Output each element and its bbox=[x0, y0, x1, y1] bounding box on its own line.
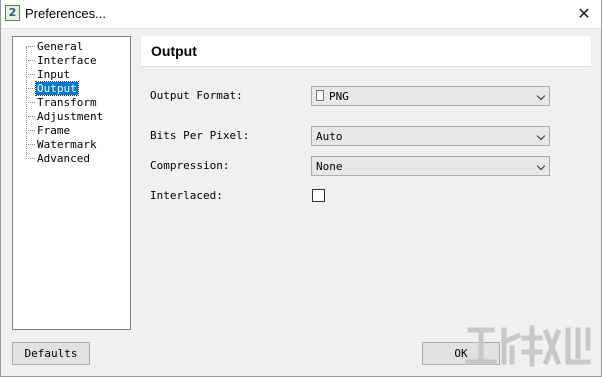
app-icon: 2 bbox=[5, 5, 20, 21]
tree-branch bbox=[26, 130, 35, 131]
tree-branch bbox=[26, 158, 35, 159]
chevron-down-icon bbox=[536, 131, 546, 141]
compression-select[interactable]: None bbox=[311, 156, 550, 176]
tree-item-label: Adjustment bbox=[37, 110, 104, 123]
panel-title: Output bbox=[151, 43, 197, 59]
tree-branch bbox=[26, 74, 35, 75]
tree-item-label: Frame bbox=[37, 124, 71, 137]
tree-item-general[interactable]: General bbox=[26, 40, 84, 53]
tree-branch bbox=[26, 60, 35, 61]
close-button[interactable]: ✕ bbox=[566, 0, 602, 27]
tree-branch bbox=[26, 144, 35, 145]
tree-item-label: Advanced bbox=[37, 152, 90, 165]
window-title: Preferences... bbox=[25, 6, 106, 21]
output-format-select[interactable]: PNG bbox=[311, 86, 550, 106]
bits-per-pixel-select[interactable]: Auto bbox=[311, 126, 550, 146]
tree-item-interface[interactable]: Interface bbox=[26, 54, 98, 67]
defaults-button[interactable]: Defaults bbox=[12, 342, 90, 365]
bits-per-pixel-label: Bits Per Pixel: bbox=[150, 129, 250, 142]
output-format-label: Output Format: bbox=[150, 89, 243, 102]
chevron-down-icon bbox=[536, 91, 546, 101]
tree-item-label: General bbox=[37, 40, 84, 53]
panel-header: Output bbox=[141, 36, 591, 67]
tree-branch bbox=[26, 102, 35, 103]
tree-item-transform[interactable]: Transform bbox=[26, 96, 98, 109]
ok-button[interactable]: OK bbox=[422, 342, 500, 365]
tree-item-label: Interface bbox=[37, 54, 97, 67]
tree-branch bbox=[26, 46, 35, 47]
compression-label: Compression: bbox=[150, 159, 230, 172]
bits-per-pixel-value: Auto bbox=[316, 130, 343, 143]
tree-item-advanced[interactable]: Advanced bbox=[26, 152, 91, 165]
compression-value: None bbox=[316, 160, 343, 173]
tree-item-watermark[interactable]: Watermark bbox=[26, 138, 98, 151]
chevron-down-icon bbox=[536, 161, 546, 171]
settings-panel: Output Output Format: PNG Bits Per Pixel… bbox=[141, 36, 591, 330]
tree-item-frame[interactable]: Frame bbox=[26, 124, 71, 137]
tree-item-label: Watermark bbox=[37, 138, 97, 151]
tree-item-label: Input bbox=[37, 68, 71, 81]
tree-item-label: Output bbox=[35, 81, 79, 96]
output-format-value: PNG bbox=[329, 90, 349, 103]
interlaced-checkbox[interactable] bbox=[312, 189, 325, 202]
close-icon: ✕ bbox=[577, 4, 591, 23]
tree-item-output[interactable]: Output bbox=[26, 81, 79, 96]
tree-item-label: Transform bbox=[37, 96, 97, 109]
tree-branch bbox=[26, 116, 35, 117]
file-icon bbox=[316, 90, 324, 101]
tree-branch bbox=[26, 88, 35, 89]
interlaced-label: Interlaced: bbox=[150, 189, 223, 202]
tree-item-input[interactable]: Input bbox=[26, 68, 71, 81]
title-bar: 2 Preferences... ✕ bbox=[0, 0, 602, 29]
tree-item-adjustment[interactable]: Adjustment bbox=[26, 110, 104, 123]
category-tree[interactable]: General Interface Input Output Transform… bbox=[12, 36, 131, 330]
